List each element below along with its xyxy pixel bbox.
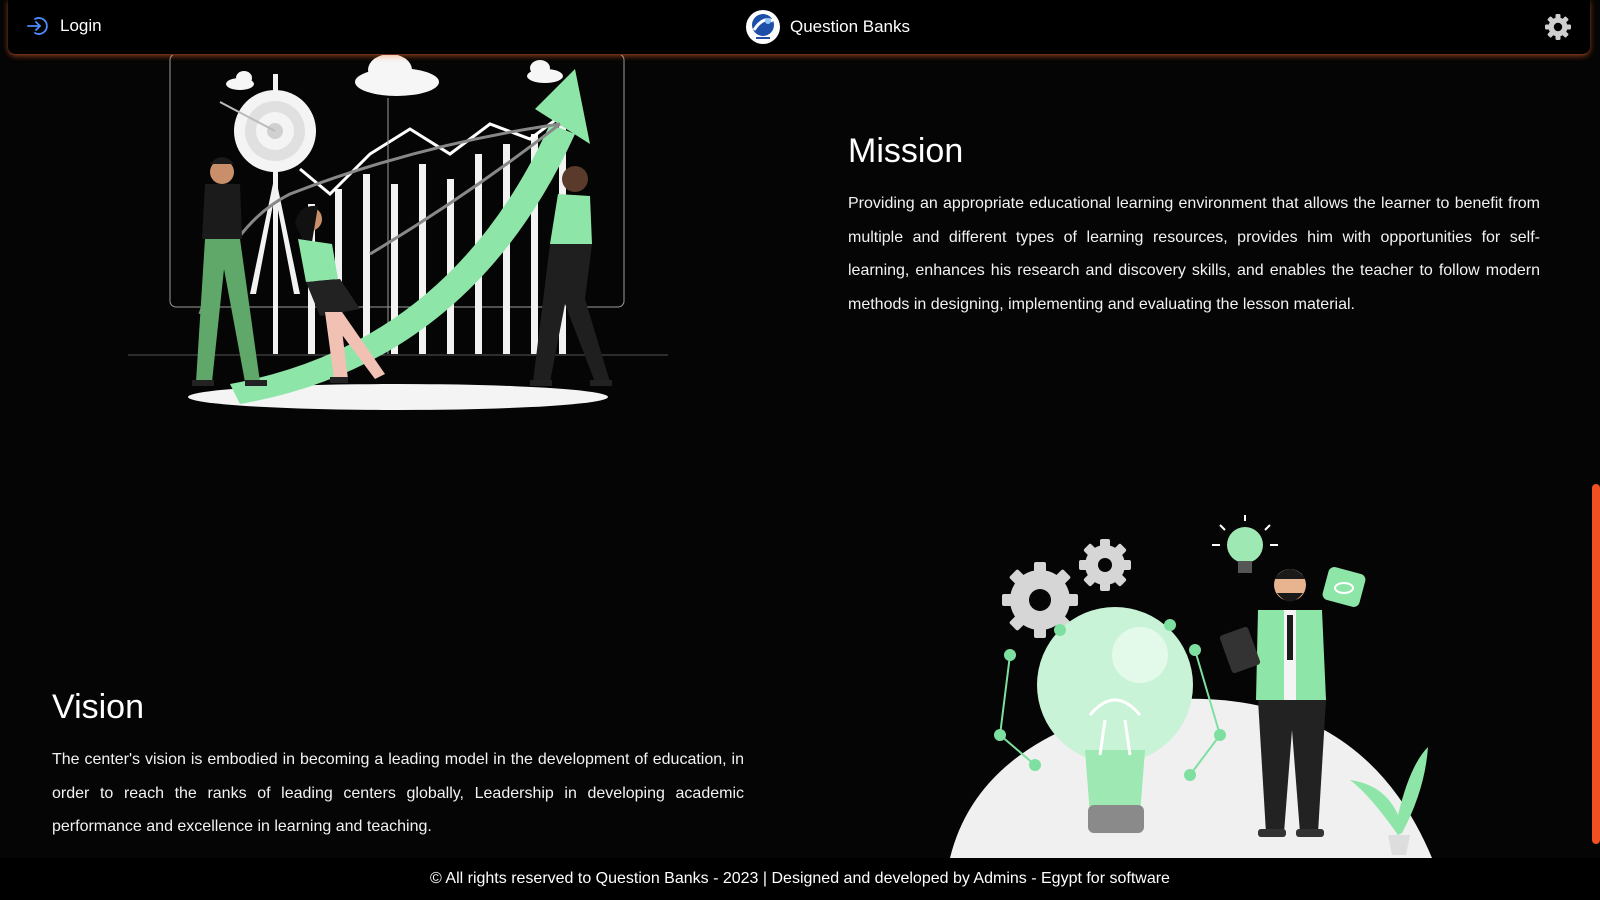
mission-text: Providing an appropriate educational lea…: [848, 195, 1540, 313]
page-scrollbar-thumb[interactable]: [1592, 484, 1600, 844]
settings-button[interactable]: [1544, 13, 1572, 46]
mission-section: Mission Providing an appropriate educati…: [848, 132, 1540, 321]
growth-illustration: [120, 53, 680, 419]
vision-section: Vision The center's vision is embodied i…: [52, 688, 744, 844]
top-navbar: Login Question Banks: [8, 0, 1590, 55]
idea-illustration: [940, 515, 1440, 863]
mission-title: Mission: [848, 132, 964, 170]
footer-text: © All rights reserved to Question Banks …: [430, 870, 1170, 887]
vision-text: The center's vision is embodied in becom…: [52, 751, 744, 835]
vision-title: Vision: [52, 688, 144, 726]
login-button[interactable]: Login: [26, 14, 102, 38]
brand-logo: [746, 10, 780, 44]
gear-icon: [1545, 14, 1571, 40]
footer: © All rights reserved to Question Banks …: [0, 858, 1600, 900]
login-icon: [27, 17, 48, 35]
brand[interactable]: Question Banks: [746, 10, 910, 44]
login-label: Login: [60, 16, 102, 35]
brand-name: Question Banks: [790, 17, 911, 36]
